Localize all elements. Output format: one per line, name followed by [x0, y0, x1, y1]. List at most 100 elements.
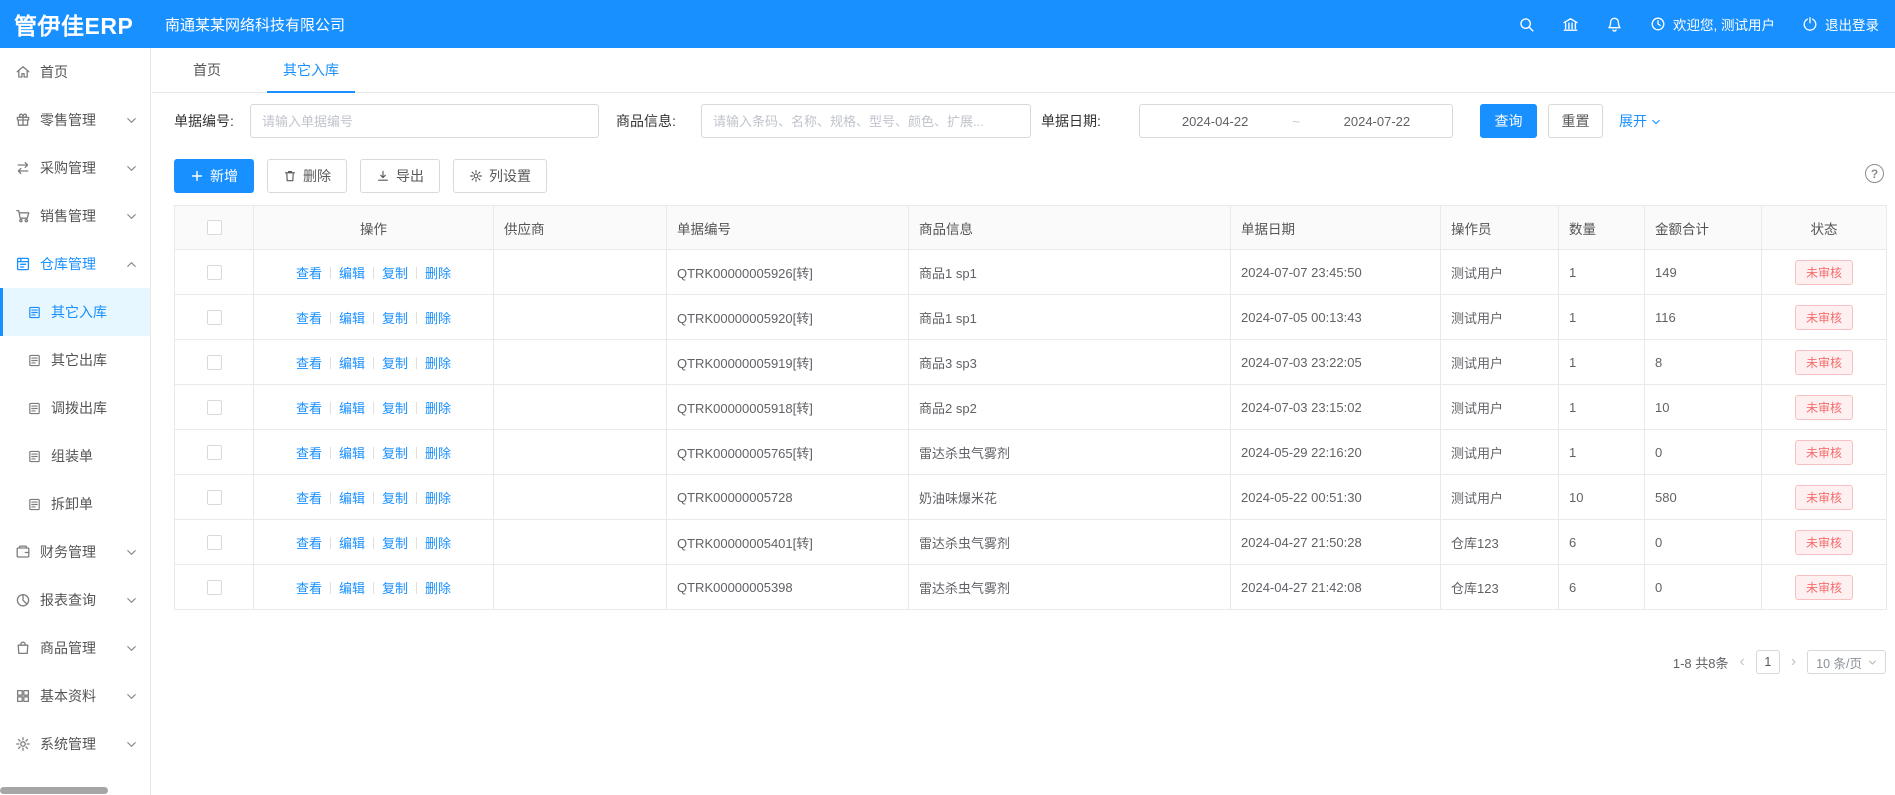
select-all-checkbox[interactable] [207, 220, 222, 235]
delete-link[interactable]: 删除 [425, 266, 451, 281]
row-checkbox[interactable] [207, 310, 222, 325]
date-range-picker[interactable]: 2024-04-22 ~ 2024-07-22 [1139, 104, 1453, 138]
add-button[interactable]: 新增 [174, 159, 254, 193]
row-checkbox[interactable] [207, 400, 222, 415]
edit-link[interactable]: 编辑 [339, 311, 365, 326]
tab-label: 首页 [193, 60, 221, 80]
gift-icon [15, 112, 31, 128]
delete-link[interactable]: 删除 [425, 491, 451, 506]
sidebar-item-warehouse[interactable]: 仓库管理 [0, 240, 150, 288]
cell-date: 2024-04-27 21:50:28 [1231, 520, 1441, 565]
product-info-input[interactable] [701, 104, 1031, 138]
copy-link[interactable]: 复制 [382, 581, 408, 596]
view-link[interactable]: 查看 [296, 266, 322, 281]
delete-link[interactable]: 删除 [425, 356, 451, 371]
sidebar-item-other-outbound[interactable]: 其它出库 [0, 336, 150, 384]
system-icon [15, 736, 31, 752]
expand-link[interactable]: 展开 [1619, 111, 1661, 131]
app-logo[interactable]: 管伊佳ERP [0, 7, 152, 41]
page-size-select[interactable]: 10 条/页 [1807, 650, 1886, 674]
content-area: 单据编号: 商品信息: 单据日期: 2024-04-22 ~ 2024-07-2… [152, 93, 1895, 674]
delete-link[interactable]: 删除 [425, 536, 451, 551]
view-link[interactable]: 查看 [296, 401, 322, 416]
edit-link[interactable]: 编辑 [339, 356, 365, 371]
column-settings-button[interactable]: 列设置 [453, 159, 547, 193]
edit-link[interactable]: 编辑 [339, 581, 365, 596]
sidebar-item-home[interactable]: 首页 [0, 48, 150, 96]
copy-link[interactable]: 复制 [382, 536, 408, 551]
sidebar-item-label: 首页 [40, 62, 68, 82]
delete-link[interactable]: 删除 [425, 401, 451, 416]
tab-home[interactable]: 首页 [177, 48, 237, 92]
edit-link[interactable]: 编辑 [339, 536, 365, 551]
sidebar-item-finance[interactable]: 财务管理 [0, 528, 150, 576]
cell-supplier [494, 340, 667, 385]
help-icon[interactable]: ? [1865, 164, 1884, 183]
delete-button[interactable]: 删除 [267, 159, 347, 193]
copy-link[interactable]: 复制 [382, 491, 408, 506]
sidebar-item-system[interactable]: 系统管理 [0, 720, 150, 768]
view-link[interactable]: 查看 [296, 491, 322, 506]
sidebar-item-assembly[interactable]: 组装单 [0, 432, 150, 480]
copy-link[interactable]: 复制 [382, 311, 408, 326]
export-button[interactable]: 导出 [360, 159, 440, 193]
sidebar-item-sales[interactable]: 销售管理 [0, 192, 150, 240]
sidebar-item-disassembly[interactable]: 拆卸单 [0, 480, 150, 528]
view-link[interactable]: 查看 [296, 356, 322, 371]
delete-link[interactable]: 删除 [425, 311, 451, 326]
welcome-user[interactable]: 欢迎您, 测试用户 [1650, 14, 1775, 34]
cell-operator: 测试用户 [1441, 295, 1559, 340]
cell-date: 2024-04-27 21:42:08 [1231, 565, 1441, 610]
search-button[interactable]: 查询 [1480, 104, 1537, 138]
cell-qty: 1 [1559, 295, 1645, 340]
edit-link[interactable]: 编辑 [339, 491, 365, 506]
cell-date: 2024-05-29 22:16:20 [1231, 430, 1441, 475]
page-number[interactable]: 1 [1756, 650, 1780, 674]
edit-link[interactable]: 编辑 [339, 446, 365, 461]
sidebar-item-purchase[interactable]: 采购管理 [0, 144, 150, 192]
bank-icon[interactable] [1562, 16, 1579, 33]
goods-icon [15, 640, 31, 656]
sidebar-item-label: 销售管理 [40, 206, 96, 226]
row-checkbox[interactable] [207, 580, 222, 595]
delete-link[interactable]: 删除 [425, 446, 451, 461]
edit-link[interactable]: 编辑 [339, 401, 365, 416]
sidebar-item-transfer-outbound[interactable]: 调拨出库 [0, 384, 150, 432]
tab-other-inbound[interactable]: 其它入库 [267, 48, 355, 92]
row-checkbox[interactable] [207, 490, 222, 505]
sidebar-item-reports[interactable]: 报表查询 [0, 576, 150, 624]
view-link[interactable]: 查看 [296, 311, 322, 326]
sidebar-item-goods[interactable]: 商品管理 [0, 624, 150, 672]
delete-link[interactable]: 删除 [425, 581, 451, 596]
sidebar-item-other-inbound[interactable]: 其它入库 [0, 288, 150, 336]
cell-qty: 6 [1559, 565, 1645, 610]
logout-button[interactable]: 退出登录 [1802, 14, 1879, 34]
table-row: 查看编辑复制删除 QTRK00000005926[转] 商品1 sp1 2024… [175, 250, 1887, 295]
row-checkbox[interactable] [207, 445, 222, 460]
search-icon[interactable] [1518, 16, 1535, 33]
prev-page-button[interactable]: ‹ [1739, 654, 1744, 670]
chevron-down-icon [126, 211, 137, 222]
sidebar-item-retail[interactable]: 零售管理 [0, 96, 150, 144]
horizontal-scrollbar-thumb[interactable] [0, 787, 108, 794]
cell-qty: 1 [1559, 385, 1645, 430]
bell-icon[interactable] [1606, 16, 1623, 33]
sidebar-item-basic-data[interactable]: 基本资料 [0, 672, 150, 720]
base-icon [15, 688, 31, 704]
view-link[interactable]: 查看 [296, 446, 322, 461]
cell-qty: 1 [1559, 250, 1645, 295]
row-checkbox[interactable] [207, 355, 222, 370]
row-checkbox[interactable] [207, 535, 222, 550]
row-checkbox[interactable] [207, 265, 222, 280]
copy-link[interactable]: 复制 [382, 401, 408, 416]
copy-link[interactable]: 复制 [382, 266, 408, 281]
view-link[interactable]: 查看 [296, 581, 322, 596]
cell-amount: 116 [1645, 295, 1762, 340]
edit-link[interactable]: 编辑 [339, 266, 365, 281]
bill-no-input[interactable] [250, 104, 599, 138]
reset-button[interactable]: 重置 [1548, 104, 1603, 138]
view-link[interactable]: 查看 [296, 536, 322, 551]
next-page-button[interactable]: › [1791, 654, 1796, 670]
copy-link[interactable]: 复制 [382, 356, 408, 371]
copy-link[interactable]: 复制 [382, 446, 408, 461]
